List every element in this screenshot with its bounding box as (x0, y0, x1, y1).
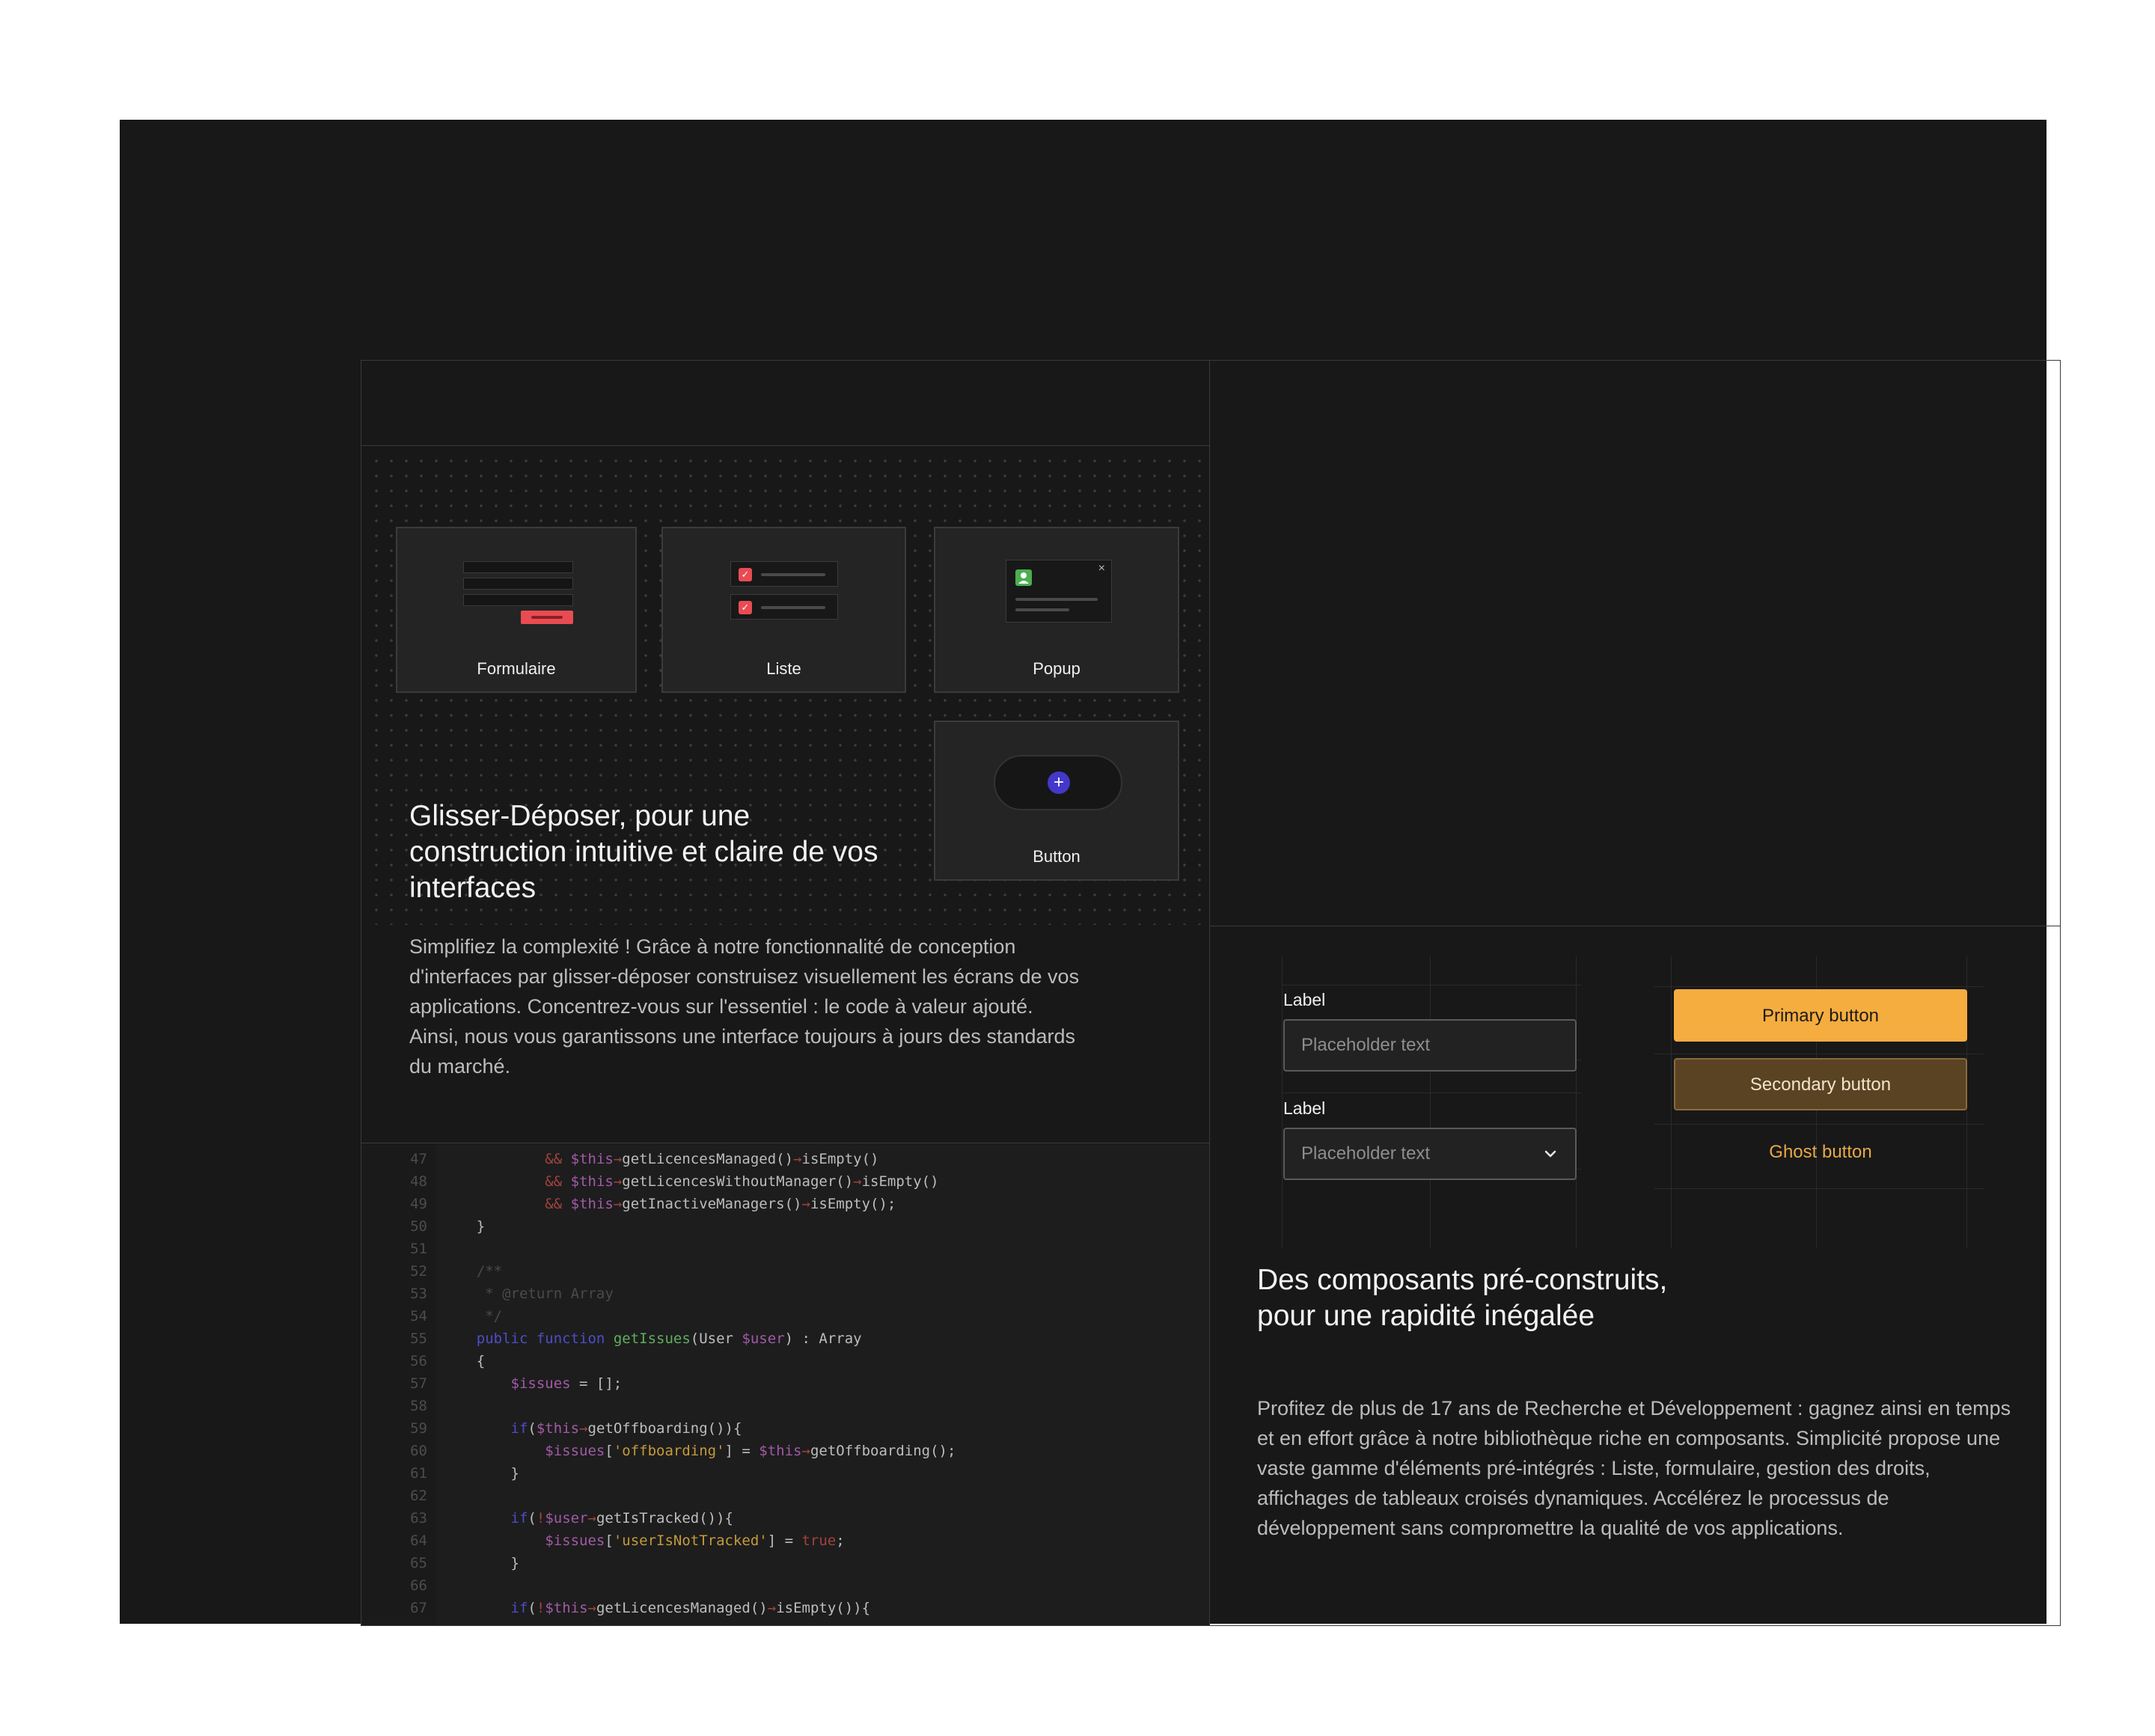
code-line: 63 if(!$user→getIsTracked()){ (361, 1507, 733, 1529)
code-line: 50 } (361, 1215, 485, 1238)
code-line: 49 && $this→getInactiveManagers()→isEmpt… (361, 1193, 896, 1215)
line-number: 67 (410, 1600, 427, 1616)
code-text: $issues = []; (510, 1375, 623, 1392)
code-text: */ (442, 1308, 503, 1324)
code-text: /** (442, 1263, 503, 1280)
code-line: 53 * @return Array (361, 1283, 614, 1305)
person-icon (1015, 569, 1032, 586)
code-text: && $this→getLicencesWithoutManager()→isE… (545, 1173, 939, 1190)
form-field-bar (463, 594, 573, 606)
line-number: 60 (410, 1443, 427, 1459)
code-text: if(!$user→getIsTracked()){ (510, 1510, 733, 1526)
list-item: ✓ (730, 561, 838, 587)
text-input[interactable]: Placeholder text (1283, 1019, 1577, 1072)
code-line: 65 } (361, 1552, 519, 1574)
feature-grid: Formulaire ✓ ✓ Liste × Popup + Button Gl… (361, 360, 2061, 1626)
field-label: Label (1283, 990, 1326, 1009)
code-text: $issues['userIsNotTracked'] = true; (545, 1532, 845, 1549)
code-text: if(!$this→getLicencesManaged()→isEmpty()… (510, 1600, 871, 1616)
line-number: 66 (410, 1577, 427, 1594)
tile-button[interactable]: + Button (934, 721, 1179, 881)
line-number: 51 (410, 1241, 427, 1257)
tile-label: Button (1033, 847, 1080, 866)
code-line: 48 && $this→getLicencesWithoutManager()→… (361, 1170, 939, 1193)
check-icon: ✓ (739, 568, 752, 581)
code-line: 54 */ (361, 1305, 502, 1327)
code-text: } (442, 1465, 519, 1482)
code-line: 51 (361, 1238, 442, 1260)
line-number: 53 (410, 1286, 427, 1302)
line-number: 61 (410, 1465, 427, 1482)
select-placeholder: Placeholder text (1301, 1143, 1431, 1164)
tile-label: Liste (766, 659, 801, 678)
line-number: 56 (410, 1353, 427, 1369)
popup-preview: × (1006, 560, 1112, 623)
tile-list[interactable]: ✓ ✓ Liste (661, 527, 906, 693)
line-number: 64 (410, 1532, 427, 1549)
code-line: 47 && $this→getLicencesManaged()→isEmpty… (361, 1148, 878, 1170)
code-text: && $this→getLicencesManaged()→isEmpty() (545, 1151, 879, 1167)
line-number: 59 (410, 1420, 427, 1437)
code-line: 62 (361, 1485, 442, 1507)
line-number: 62 (410, 1488, 427, 1504)
code-line: 59 if($this→getOffboarding()){ (361, 1417, 742, 1440)
line-number: 54 (410, 1308, 427, 1324)
components-description: Profitez de plus de 17 ans de Recherche … (1257, 1397, 2011, 1539)
ghost-button[interactable]: Ghost button (1674, 1127, 1967, 1179)
code-line: 64 $issues['userIsNotTracked'] = true; (361, 1529, 845, 1552)
code-text: } (442, 1218, 486, 1235)
code-text: { (442, 1353, 486, 1369)
pill-button-preview: + (994, 755, 1122, 810)
select-input[interactable]: Placeholder text (1283, 1128, 1577, 1180)
form-submit-mini-button (521, 611, 573, 624)
code-line: 52 /** (361, 1260, 502, 1283)
code-text: public function getIssues(User $user) : … (476, 1330, 862, 1347)
tile-label: Popup (1033, 659, 1080, 678)
primary-button[interactable]: Primary button (1674, 989, 1967, 1042)
line-number: 65 (410, 1555, 427, 1571)
components-title: Des composants pré-construits, pour une … (1257, 1264, 1668, 1332)
tile-popup[interactable]: × Popup (934, 527, 1179, 693)
code-line: 58 (361, 1395, 442, 1417)
line-number: 58 (410, 1398, 427, 1414)
check-icon: ✓ (739, 601, 752, 614)
code-text: } (442, 1555, 519, 1571)
grid-divider-top-left (361, 445, 1209, 446)
code-text: && $this→getInactiveManagers()→isEmpty()… (545, 1196, 896, 1212)
line-number: 52 (410, 1263, 427, 1280)
code-text: * @return Array (442, 1286, 614, 1302)
field-label: Label (1283, 1098, 1326, 1118)
line-number: 48 (410, 1173, 427, 1190)
tile-form[interactable]: Formulaire (396, 527, 637, 693)
code-line: 57 $issues = []; (361, 1372, 622, 1395)
code-line: 56 { (361, 1350, 485, 1372)
secondary-button[interactable]: Secondary button (1674, 1058, 1967, 1110)
form-field-bar (463, 578, 573, 590)
tile-label: Formulaire (477, 659, 556, 678)
code-text: if($this→getOffboarding()){ (510, 1420, 742, 1437)
code-editor: 47 && $this→getLicencesManaged()→isEmpty… (361, 1143, 1209, 1625)
form-field-bar (463, 561, 573, 573)
close-icon: × (1098, 562, 1105, 575)
showcase-frame: Formulaire ✓ ✓ Liste × Popup + Button Gl… (120, 120, 2061, 1626)
list-item: ✓ (730, 594, 838, 620)
code-line: 55 public function getIssues(User $user)… (361, 1327, 862, 1350)
line-number: 47 (410, 1151, 427, 1167)
line-number: 49 (410, 1196, 427, 1212)
plus-circle-icon: + (1048, 771, 1070, 794)
code-line: 61 } (361, 1462, 519, 1485)
code-line: 60 $issues['offboarding'] = $this→getOff… (361, 1440, 956, 1462)
drag-drop-description: Simplifiez la complexité ! Grâce à notre… (409, 935, 1080, 1078)
line-number: 50 (410, 1218, 427, 1235)
drag-drop-title: Glisser-Déposer, pour une construction i… (409, 800, 878, 904)
line-number: 57 (410, 1375, 427, 1392)
code-line: 67 if(!$this→getLicencesManaged()→isEmpt… (361, 1597, 870, 1619)
chevron-down-icon (1544, 1150, 1556, 1158)
line-number: 63 (410, 1510, 427, 1526)
line-number: 55 (410, 1330, 427, 1347)
code-line: 66 (361, 1574, 442, 1597)
code-text: $issues['offboarding'] = $this→getOffboa… (545, 1443, 956, 1459)
